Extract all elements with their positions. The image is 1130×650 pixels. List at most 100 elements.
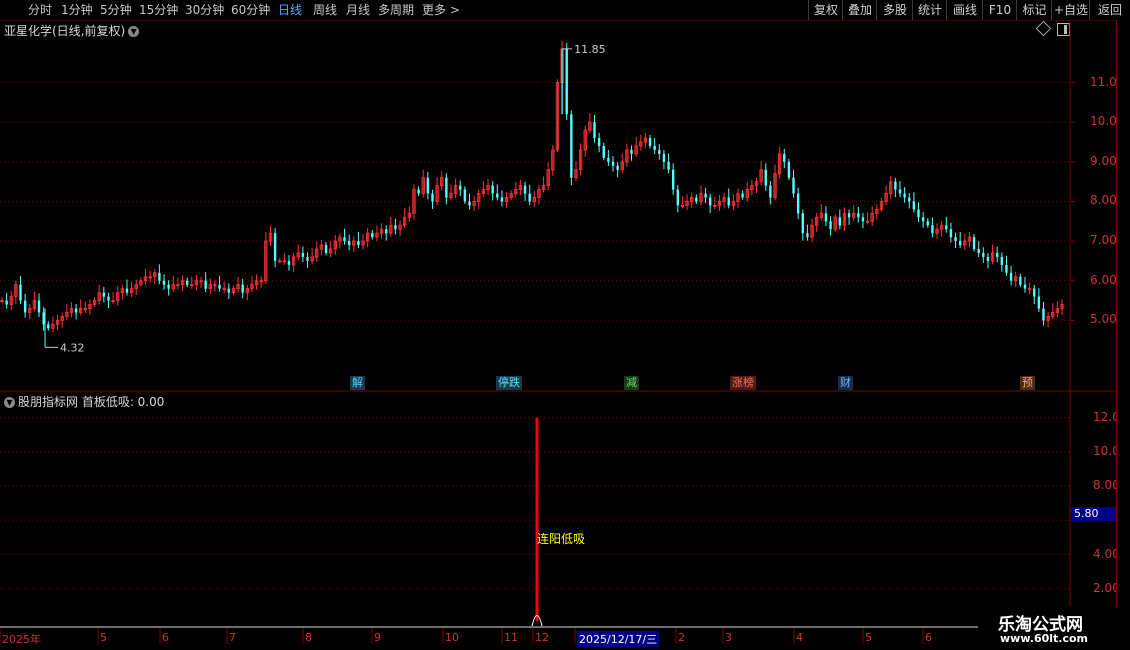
candle-body bbox=[102, 292, 106, 297]
candle-body bbox=[667, 161, 670, 170]
candle-body bbox=[602, 145, 605, 158]
candle-body bbox=[824, 213, 828, 222]
candle-body bbox=[459, 185, 462, 190]
candle-body bbox=[801, 213, 804, 234]
candle-body bbox=[1033, 288, 1036, 297]
candle-body bbox=[658, 149, 661, 154]
candle-body bbox=[384, 229, 388, 234]
candle-body bbox=[343, 237, 346, 242]
candle-body bbox=[185, 280, 189, 285]
watermark-url: www.60lt.com bbox=[1000, 632, 1089, 645]
high-marker-label: 11.85 bbox=[574, 43, 606, 56]
signal-bar bbox=[535, 417, 539, 621]
candle-body bbox=[357, 241, 360, 246]
right-side-strip bbox=[1116, 20, 1130, 650]
event-marker-2[interactable]: 减 bbox=[624, 376, 639, 390]
candle-body bbox=[306, 256, 309, 261]
candle-body bbox=[926, 221, 929, 226]
candle-body bbox=[1023, 284, 1027, 289]
event-marker-3[interactable]: 涨榜 bbox=[730, 376, 756, 390]
candle-body bbox=[42, 312, 45, 325]
price-tick-5: 6.00 bbox=[1090, 272, 1117, 287]
candle-body bbox=[954, 237, 957, 242]
date-label-8: 12 bbox=[535, 631, 549, 644]
event-marker-4[interactable]: 财 bbox=[838, 376, 853, 390]
candle-body bbox=[921, 217, 925, 222]
candle-body bbox=[764, 169, 767, 186]
candle-body bbox=[630, 149, 633, 154]
candle-body bbox=[565, 48, 568, 115]
candle-body bbox=[496, 193, 499, 198]
candle-body bbox=[301, 252, 305, 257]
candle-body bbox=[847, 213, 851, 218]
date-label-14: 6 bbox=[925, 631, 932, 644]
date-label-9: 2025/12/17/三 bbox=[577, 631, 660, 647]
candle-body bbox=[5, 300, 8, 305]
candle-body bbox=[676, 189, 680, 206]
candle-body bbox=[593, 122, 596, 139]
candle-body bbox=[445, 177, 448, 198]
price-tick-4: 7.00 bbox=[1090, 233, 1117, 248]
candle-body bbox=[648, 138, 652, 146]
candle-body bbox=[769, 185, 772, 198]
candle-body bbox=[394, 225, 397, 230]
candle-body bbox=[347, 241, 351, 246]
candle-body bbox=[917, 209, 920, 218]
candle-body bbox=[945, 225, 948, 230]
candle-body bbox=[903, 193, 906, 198]
candle-body bbox=[167, 284, 170, 289]
event-marker-1[interactable]: 停跌 bbox=[496, 376, 522, 390]
date-label-10: 2 bbox=[678, 631, 685, 644]
candle-body bbox=[792, 177, 795, 194]
candle-body bbox=[74, 308, 78, 313]
candle-body bbox=[1000, 256, 1004, 265]
candle-body bbox=[19, 284, 22, 301]
candle-body bbox=[796, 193, 800, 214]
event-marker-0[interactable]: 解 bbox=[350, 376, 365, 390]
candle-body bbox=[709, 197, 712, 206]
candle-body bbox=[977, 249, 980, 253]
candle-body bbox=[523, 185, 527, 194]
candle-body bbox=[431, 193, 434, 202]
candlestick-chart: 11.85 4.32 bbox=[0, 20, 1116, 644]
candle-body bbox=[287, 260, 291, 265]
candle-body bbox=[1042, 308, 1045, 321]
candle-body bbox=[982, 252, 985, 257]
candle-body bbox=[704, 193, 707, 198]
date-label-1: 5 bbox=[100, 631, 107, 644]
candle-body bbox=[741, 193, 744, 198]
candle-body bbox=[597, 138, 601, 146]
candle-body bbox=[986, 256, 990, 261]
candle-body bbox=[23, 300, 27, 313]
date-label-2: 6 bbox=[162, 631, 169, 644]
chevron-down-icon[interactable]: ▼ bbox=[4, 397, 15, 408]
candle-body bbox=[783, 153, 786, 162]
candle-body bbox=[468, 201, 471, 206]
candle-body bbox=[218, 284, 221, 289]
candle-body bbox=[273, 233, 277, 261]
date-label-3: 7 bbox=[229, 631, 236, 644]
candle-body bbox=[611, 161, 615, 166]
event-marker-5[interactable]: 预 bbox=[1020, 376, 1035, 390]
signal-label: 连阳低吸 bbox=[537, 532, 586, 546]
candle-body bbox=[931, 225, 934, 234]
watermark: 乐淘公式网 www.60lt.com bbox=[978, 606, 1130, 650]
date-label-5: 9 bbox=[374, 631, 381, 644]
candle-body bbox=[912, 201, 916, 210]
candle-body bbox=[37, 300, 41, 313]
candle-body bbox=[241, 284, 244, 293]
candle-body bbox=[671, 169, 675, 190]
price-tick-2: 9.00 bbox=[1090, 153, 1117, 168]
candle-body bbox=[894, 181, 897, 190]
candle-body bbox=[204, 280, 207, 289]
date-label-6: 10 bbox=[445, 631, 459, 644]
candle-body bbox=[829, 221, 832, 230]
candle-body bbox=[616, 165, 619, 170]
candle-body bbox=[838, 217, 842, 226]
date-label-12: 4 bbox=[796, 631, 803, 644]
candle-body bbox=[972, 237, 976, 250]
candle-body bbox=[227, 288, 231, 293]
date-label-0: 2025年 bbox=[2, 633, 41, 646]
date-label-11: 3 bbox=[725, 631, 732, 644]
indicator-title: ▼ 股朋指标网 首板低吸: 0.00 bbox=[4, 393, 164, 410]
